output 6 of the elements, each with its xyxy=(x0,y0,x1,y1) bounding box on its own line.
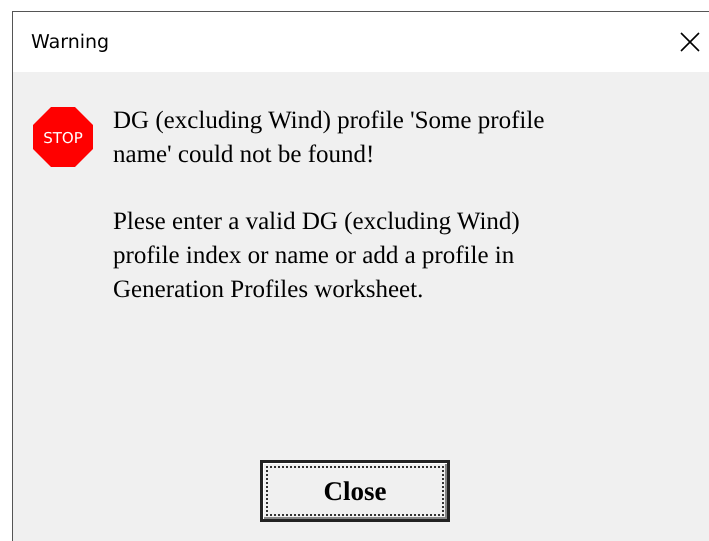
window-title: Warning xyxy=(31,31,110,53)
stop-sign-icon: STOP xyxy=(33,107,93,167)
message-text: Plese enter a valid DG (excluding Wind) profile index or name or add a profile in Generation Profiles worksheet. xyxy=(113,207,521,305)
message-text: DG (excluding Wind) profile 'Some profile name' could not be found! xyxy=(113,106,544,170)
close-button[interactable]: Close xyxy=(260,460,450,522)
close-icon[interactable] xyxy=(679,31,701,53)
